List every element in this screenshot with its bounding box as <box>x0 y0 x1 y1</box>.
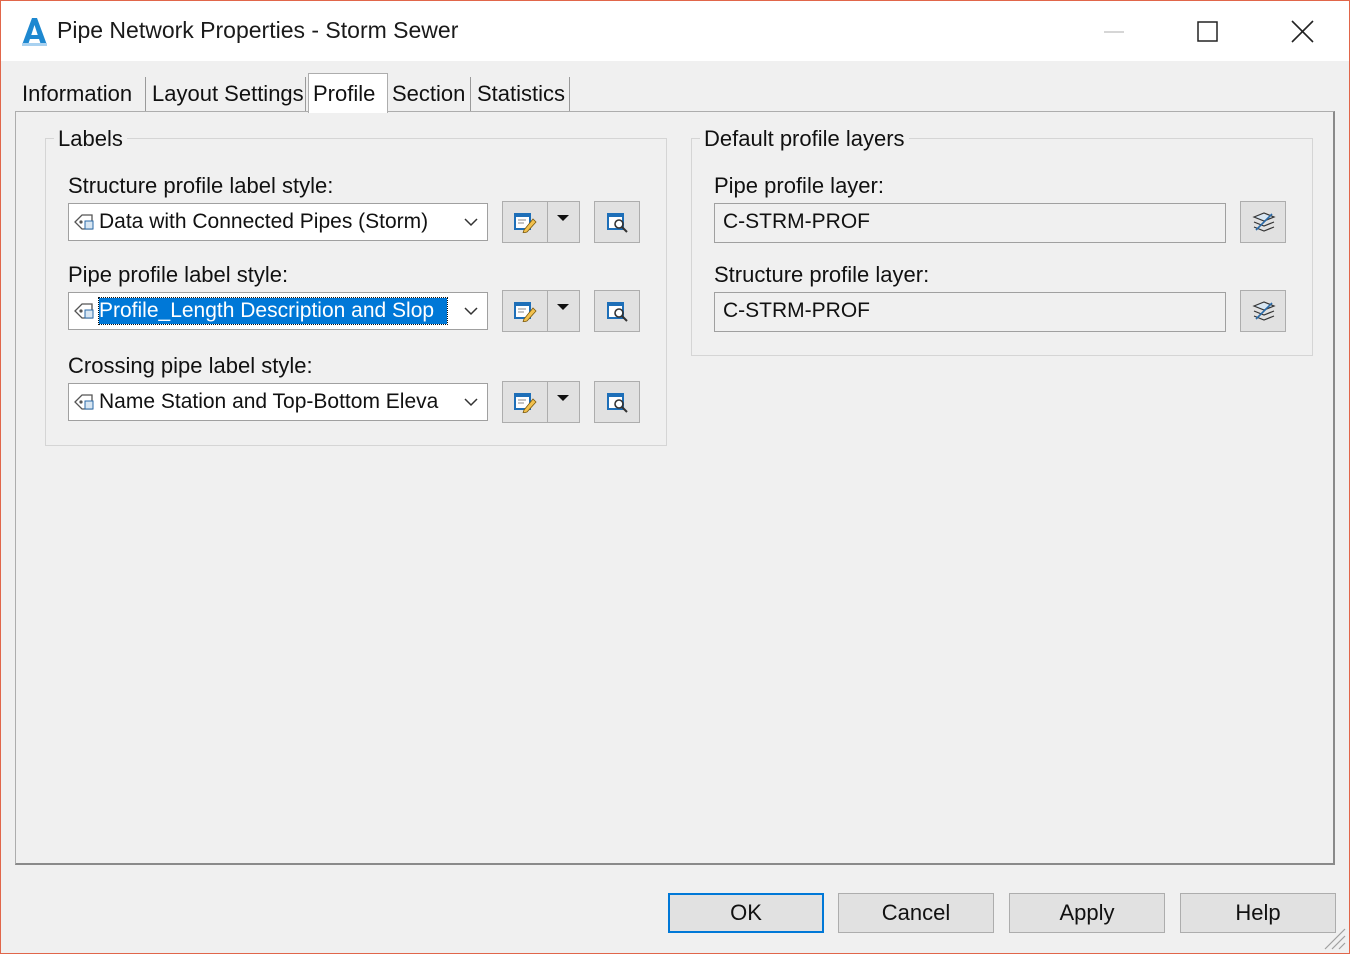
layer-icon <box>1252 301 1276 321</box>
dropdown-arrow-icon <box>557 304 569 310</box>
pipe-layer-field[interactable]: C-STRM-PROF <box>714 203 1226 243</box>
structure-edit-style-button[interactable] <box>503 202 548 242</box>
structure-label-style-combo[interactable]: Data with Connected Pipes (Storm) <box>68 203 488 241</box>
resize-grip-icon[interactable] <box>1319 923 1347 951</box>
edit-style-icon <box>514 393 537 413</box>
structure-style-menu-button[interactable] <box>547 202 579 242</box>
details-icon <box>607 302 628 322</box>
close-button[interactable] <box>1255 1 1349 61</box>
maximize-button[interactable] <box>1161 1 1255 61</box>
crossing-details-button[interactable] <box>594 381 640 423</box>
layers-group-title: Default profile layers <box>700 126 909 152</box>
labels-group: Labels Structure profile label style: Da… <box>45 126 667 446</box>
ok-button[interactable]: OK <box>668 893 824 933</box>
edit-style-icon <box>514 302 537 322</box>
label-style-icon <box>74 303 94 319</box>
chevron-down-icon <box>464 218 478 227</box>
details-icon <box>607 393 628 413</box>
app-logo-icon <box>22 18 47 46</box>
crossing-label-style-label: Crossing pipe label style: <box>68 353 313 378</box>
tab-section[interactable]: Section <box>388 77 471 111</box>
label-style-icon <box>74 214 94 230</box>
pipe-details-button[interactable] <box>594 290 640 332</box>
structure-label-style-label: Structure profile label style: <box>68 173 334 198</box>
minimize-button[interactable] <box>1067 1 1161 61</box>
tab-layout-settings[interactable]: Layout Settings <box>148 77 306 111</box>
structure-label-style-value: Data with Connected Pipes (Storm) <box>99 210 429 233</box>
help-button[interactable]: Help <box>1180 893 1336 933</box>
structure-layer-label: Structure profile layer: <box>714 262 930 287</box>
labels-group-title: Labels <box>54 126 127 152</box>
tab-profile[interactable]: Profile <box>308 73 388 113</box>
tab-statistics[interactable]: Statistics <box>473 77 570 111</box>
edit-style-icon <box>514 213 537 233</box>
layer-icon <box>1252 212 1276 232</box>
maximize-icon <box>1197 21 1218 42</box>
details-icon <box>607 213 628 233</box>
structure-edit-style-split-button[interactable] <box>502 201 580 243</box>
chevron-down-icon <box>464 398 478 407</box>
pipe-layer-select-button[interactable] <box>1240 201 1286 243</box>
apply-button[interactable]: Apply <box>1009 893 1165 933</box>
profile-tab-panel: Labels Structure profile label style: Da… <box>15 111 1335 865</box>
pipe-label-style-value: Profile_Length Description and Slop <box>98 297 448 325</box>
window-title: Pipe Network Properties - Storm Sewer <box>57 17 459 43</box>
pipe-label-style-label: Pipe profile label style: <box>68 262 289 287</box>
tab-bar: Information Layout Settings Profile Sect… <box>1 73 1349 113</box>
structure-layer-select-button[interactable] <box>1240 290 1286 332</box>
close-icon <box>1291 20 1314 43</box>
dropdown-arrow-icon <box>557 395 569 401</box>
structure-details-button[interactable] <box>594 201 640 243</box>
crossing-edit-style-split-button[interactable] <box>502 381 580 423</box>
pipe-edit-style-button[interactable] <box>503 291 548 331</box>
label-style-icon <box>74 394 94 410</box>
pipe-label-style-combo[interactable]: Profile_Length Description and Slop <box>68 292 488 330</box>
cancel-button[interactable]: Cancel <box>838 893 994 933</box>
pipe-layer-label: Pipe profile layer: <box>714 173 884 198</box>
crossing-label-style-value: Name Station and Top-Bottom Eleva <box>99 390 439 413</box>
crossing-edit-style-button[interactable] <box>503 382 548 422</box>
default-layers-group: Default profile layers Pipe profile laye… <box>691 126 1313 356</box>
crossing-style-menu-button[interactable] <box>547 382 579 422</box>
title-bar[interactable]: Pipe Network Properties - Storm Sewer <box>1 1 1349 61</box>
minimize-icon <box>1104 31 1124 33</box>
pipe-style-menu-button[interactable] <box>547 291 579 331</box>
dialog-window: Pipe Network Properties - Storm Sewer In… <box>0 0 1350 954</box>
chevron-down-icon <box>464 307 478 316</box>
pipe-edit-style-split-button[interactable] <box>502 290 580 332</box>
structure-layer-field[interactable]: C-STRM-PROF <box>714 292 1226 332</box>
crossing-label-style-combo[interactable]: Name Station and Top-Bottom Eleva <box>68 383 488 421</box>
dropdown-arrow-icon <box>557 215 569 221</box>
tab-information[interactable]: Information <box>18 77 146 111</box>
